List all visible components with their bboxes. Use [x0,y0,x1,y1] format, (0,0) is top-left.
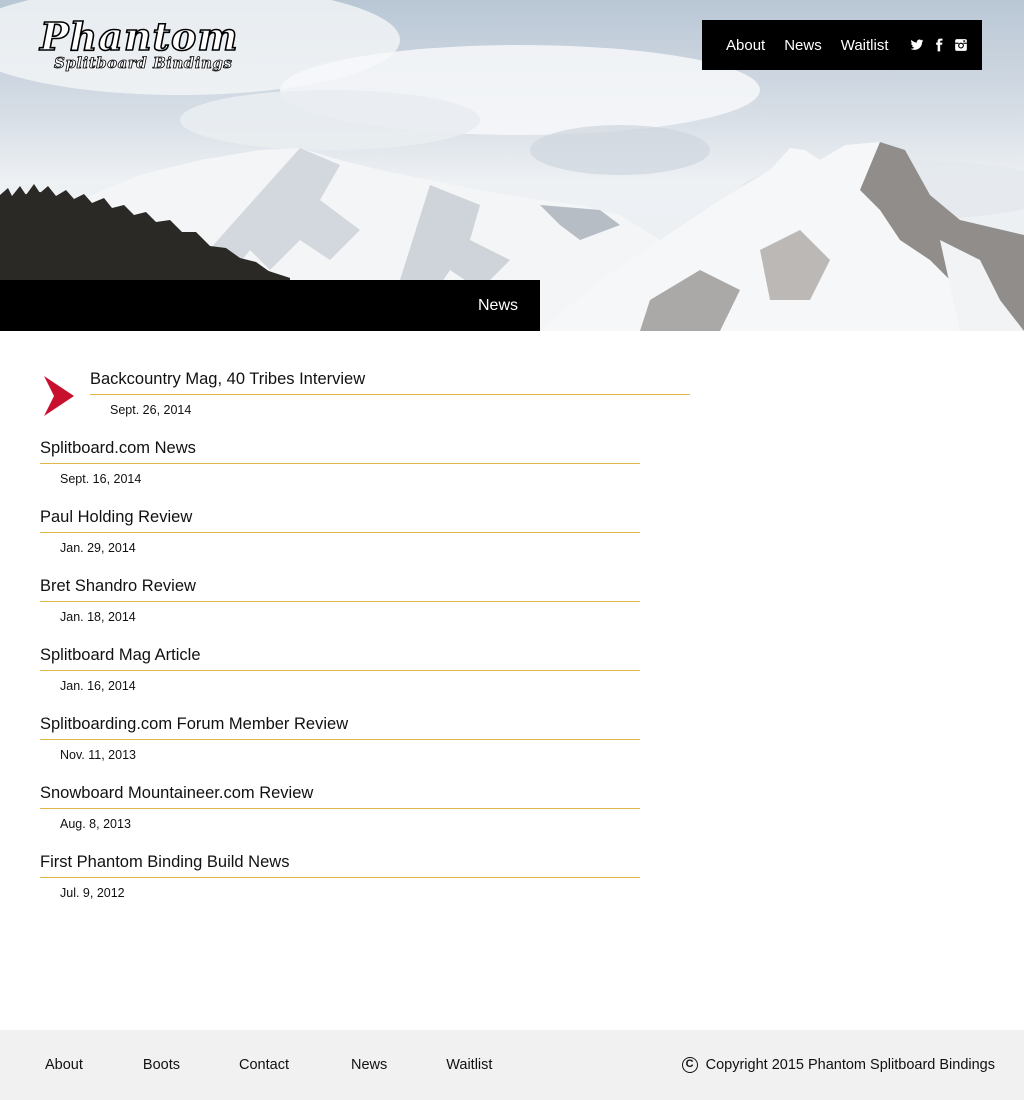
nav-news-link[interactable]: News [784,37,822,54]
news-item-title[interactable]: First Phantom Binding Build News [40,853,640,878]
news-item-active: Backcountry Mag, 40 Tribes Interview Sep… [40,370,690,439]
logo-subtitle: Splitboard Bindings [54,54,233,73]
footer-contact-link[interactable]: Contact [239,1057,289,1073]
news-item-title[interactable]: Splitboarding.com Forum Member Review [40,715,640,740]
hero-banner: Phantom Splitboard Bindings About News W… [0,0,1024,331]
news-item-title[interactable]: Backcountry Mag, 40 Tribes Interview [90,370,690,395]
page-title-banner: News [0,280,540,331]
news-item: Snowboard Mountaineer.com Review Aug. 8,… [40,784,690,853]
news-item-date: Aug. 8, 2013 [60,817,131,831]
footer-about-link[interactable]: About [45,1057,83,1073]
news-item-date: Jul. 9, 2012 [60,886,125,900]
nav-waitlist-link[interactable]: Waitlist [841,37,889,54]
nav-about-link[interactable]: About [726,37,765,54]
selected-arrow-icon [44,376,74,416]
instagram-icon[interactable] [954,38,968,52]
news-item-title[interactable]: Splitboard Mag Article [40,646,640,671]
copyright-text: Copyright 2015 Phantom Splitboard Bindin… [705,1057,995,1073]
news-item-title[interactable]: Paul Holding Review [40,508,640,533]
news-item-date: Jan. 29, 2014 [60,541,136,555]
top-navigation: About News Waitlist [702,20,982,70]
facebook-icon[interactable] [932,38,946,52]
news-item: Splitboard.com News Sept. 16, 2014 [40,439,690,508]
logo-title: Phantom [39,13,239,60]
footer-navigation: About Boots Contact News Waitlist [45,1030,492,1100]
news-item-date: Sept. 26, 2014 [110,403,192,417]
copyright-icon: C [681,1057,698,1073]
footer-waitlist-link[interactable]: Waitlist [446,1057,492,1073]
news-item: Bret Shandro Review Jan. 18, 2014 [40,577,690,646]
site-footer: About Boots Contact News Waitlist C Copy… [0,1030,1024,1100]
news-item-title[interactable]: Snowboard Mountaineer.com Review [40,784,640,809]
news-list: Backcountry Mag, 40 Tribes Interview Sep… [40,370,690,922]
page-title: News [477,296,518,314]
news-item-date: Jan. 18, 2014 [60,610,136,624]
copyright-notice: C Copyright 2015 Phantom Splitboard Bind… [681,1030,995,1100]
news-item-title[interactable]: Splitboard.com News [40,439,640,464]
news-item: Splitboarding.com Forum Member Review No… [40,715,690,784]
news-item-date: Jan. 16, 2014 [60,679,136,693]
phantom-logo[interactable]: Phantom Splitboard Bindings [39,13,270,76]
news-item: First Phantom Binding Build News Jul. 9,… [40,853,690,922]
news-item-date: Nov. 11, 2013 [60,748,136,762]
footer-boots-link[interactable]: Boots [143,1057,180,1073]
footer-news-link[interactable]: News [351,1057,387,1073]
news-item: Paul Holding Review Jan. 29, 2014 [40,508,690,577]
news-item-title[interactable]: Bret Shandro Review [40,577,640,602]
news-item-date: Sept. 16, 2014 [60,472,142,486]
social-links [910,38,976,52]
news-item: Splitboard Mag Article Jan. 16, 2014 [40,646,690,715]
twitter-icon[interactable] [910,38,924,52]
